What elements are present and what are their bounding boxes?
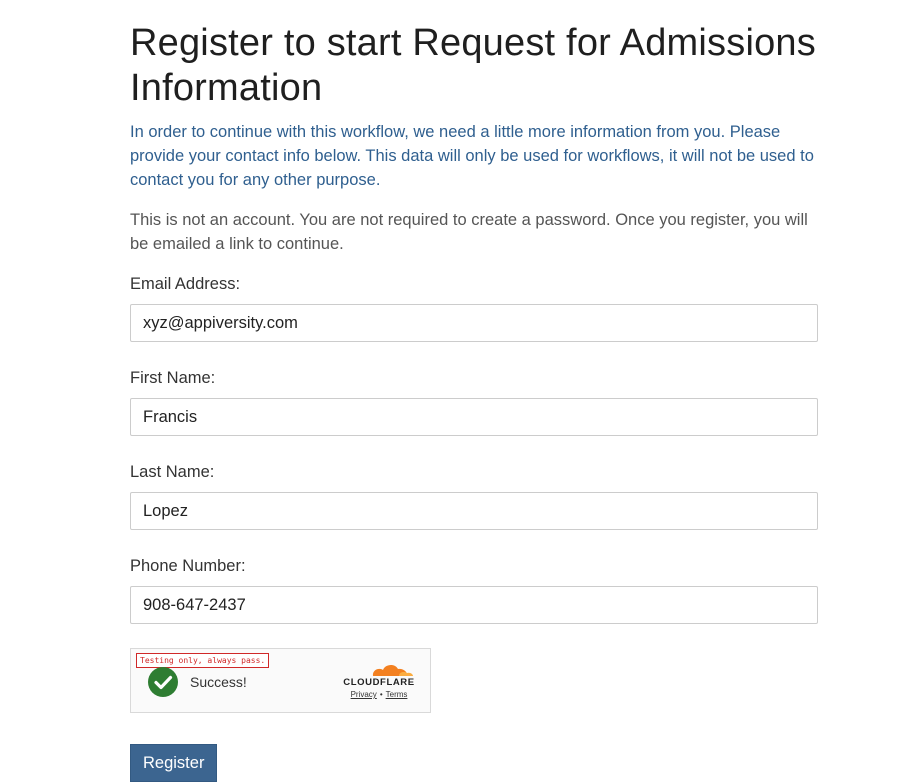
account-note: This is not an account. You are not requ… xyxy=(130,211,808,253)
first-name-field[interactable] xyxy=(130,398,818,436)
registration-container: Register to start Request for Admissions… xyxy=(130,0,818,782)
last-name-label: Last Name: xyxy=(130,463,215,481)
privacy-link[interactable]: Privacy xyxy=(351,690,377,699)
registration-form: Email Address: First Name: Last Name: Ph… xyxy=(130,272,818,782)
email-label: Email Address: xyxy=(130,275,241,293)
phone-field[interactable] xyxy=(130,586,818,624)
captcha-status: Success! xyxy=(190,674,247,690)
intro-text: In order to continue with this workflow,… xyxy=(130,123,814,189)
cloudflare-captcha-widget[interactable]: Testing only, always pass. Success! CLOU… xyxy=(130,648,431,713)
register-button[interactable]: Register xyxy=(130,744,218,782)
last-name-group: Last Name: xyxy=(130,460,818,530)
last-name-field[interactable] xyxy=(130,492,818,530)
captcha-links: Privacy • Terms xyxy=(335,690,423,699)
first-name-group: First Name: xyxy=(130,366,818,436)
link-separator: • xyxy=(379,690,383,699)
phone-group: Phone Number: xyxy=(130,554,818,624)
first-name-label: First Name: xyxy=(130,369,216,387)
page-title: Register to start Request for Admissions… xyxy=(130,22,816,109)
captcha-testing-note: Testing only, always pass. xyxy=(136,653,270,668)
email-field[interactable] xyxy=(130,304,818,342)
email-group: Email Address: xyxy=(130,272,818,342)
success-check-icon xyxy=(148,667,178,697)
terms-link[interactable]: Terms xyxy=(386,690,408,699)
phone-label: Phone Number: xyxy=(130,557,246,575)
cloudflare-brand: CLOUDFLARE xyxy=(343,677,415,688)
